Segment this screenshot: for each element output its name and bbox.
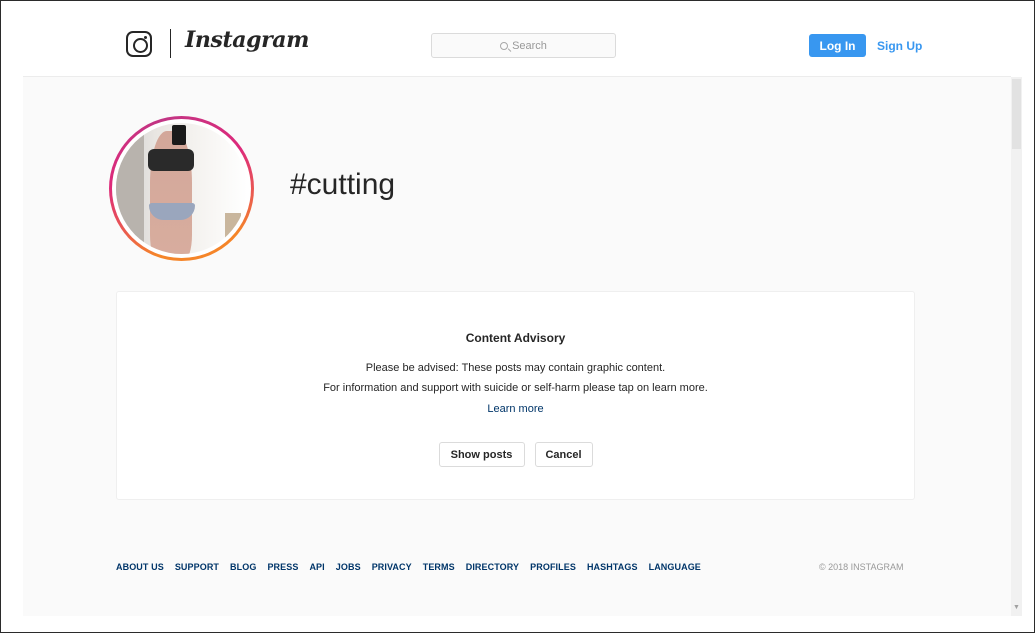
avatar-photo bbox=[116, 123, 247, 254]
instagram-wordmark[interactable]: Instagram bbox=[185, 27, 309, 53]
footer-link-blog[interactable]: BLOG bbox=[230, 562, 256, 572]
footer-link-directory[interactable]: DIRECTORY bbox=[466, 562, 519, 572]
search-icon bbox=[500, 41, 509, 50]
instagram-camera-icon[interactable] bbox=[126, 31, 152, 57]
footer-link-jobs[interactable]: JOBS bbox=[336, 562, 361, 572]
footer-link-language[interactable]: LANGUAGE bbox=[649, 562, 701, 572]
scrollbar-track[interactable] bbox=[1011, 77, 1022, 616]
scrollbar-thumb[interactable] bbox=[1012, 79, 1021, 149]
copyright-text: © 2018 INSTAGRAM bbox=[819, 562, 904, 572]
hashtag-avatar bbox=[109, 116, 254, 261]
learn-more-link[interactable]: Learn more bbox=[117, 403, 914, 415]
footer-nav: ABOUT US SUPPORT BLOG PRESS API JOBS PRI… bbox=[116, 562, 701, 572]
advisory-support-message: For information and support with suicide… bbox=[323, 382, 708, 394]
advisory-actions: Show posts Cancel bbox=[117, 442, 914, 467]
footer-link-hashtags[interactable]: HASHTAGS bbox=[587, 562, 638, 572]
footer-link-terms[interactable]: TERMS bbox=[423, 562, 455, 572]
content-advisory-card: Content Advisory Please be advised: Thes… bbox=[116, 291, 915, 500]
browser-window: Instagram Search Log In Sign Up #cutting… bbox=[23, 10, 1011, 616]
footer-link-privacy[interactable]: PRIVACY bbox=[372, 562, 412, 572]
footer-link-api[interactable]: API bbox=[309, 562, 324, 572]
top-nav-bar: Instagram Search Log In Sign Up bbox=[23, 10, 1011, 77]
scroll-down-arrow-icon[interactable]: ▼ bbox=[1011, 602, 1022, 613]
search-input[interactable]: Search bbox=[431, 33, 616, 58]
footer-link-profiles[interactable]: PROFILES bbox=[530, 562, 576, 572]
login-button[interactable]: Log In bbox=[809, 34, 866, 57]
footer-link-support[interactable]: SUPPORT bbox=[175, 562, 219, 572]
footer-link-about-us[interactable]: ABOUT US bbox=[116, 562, 164, 572]
advisory-message: Please be advised: These posts may conta… bbox=[365, 362, 666, 374]
show-posts-button[interactable]: Show posts bbox=[438, 442, 525, 467]
search-placeholder: Search bbox=[512, 39, 547, 52]
cancel-button[interactable]: Cancel bbox=[534, 442, 593, 467]
logo-divider bbox=[170, 29, 171, 58]
advisory-title: Content Advisory bbox=[465, 331, 566, 345]
footer-link-press[interactable]: PRESS bbox=[267, 562, 298, 572]
hashtag-title: #cutting bbox=[290, 168, 396, 201]
signup-link[interactable]: Sign Up bbox=[877, 39, 922, 53]
